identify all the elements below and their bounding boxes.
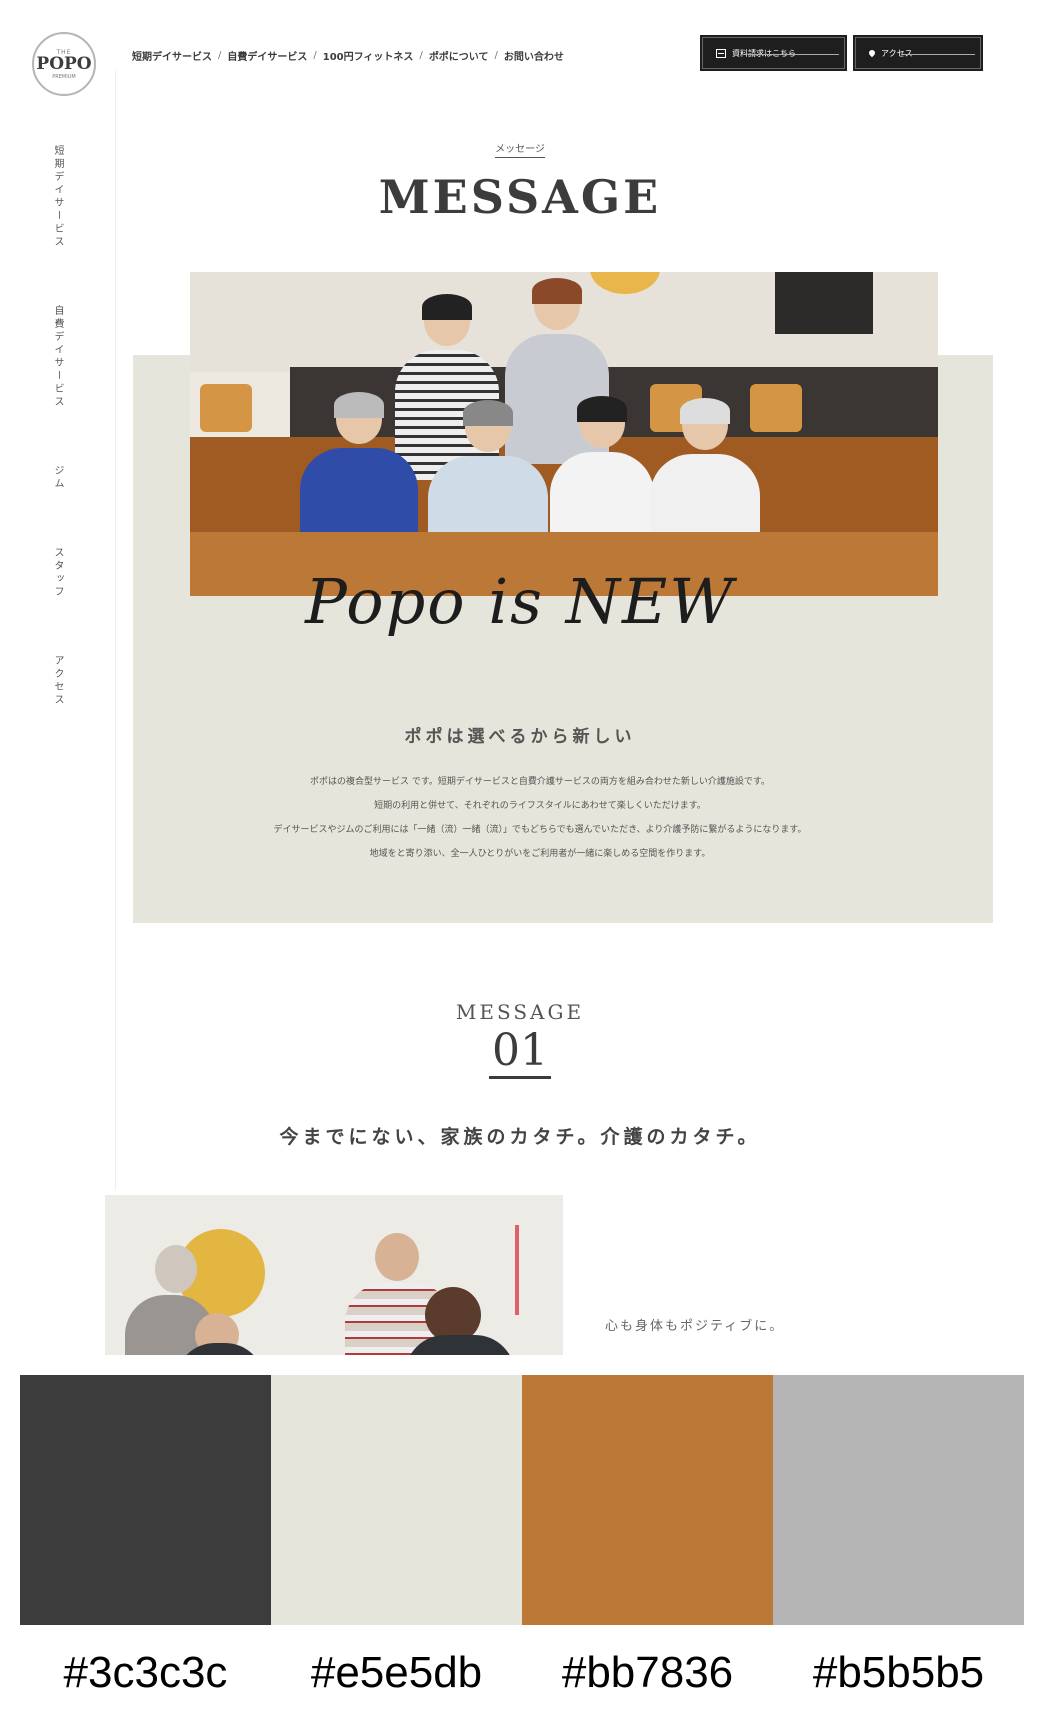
nav-link-about[interactable]: ポポについて bbox=[429, 48, 489, 63]
pink-accent-line bbox=[515, 1225, 519, 1315]
color-palette bbox=[20, 1375, 1024, 1625]
hero-body-line: ポポはの複合型サービス です。短期デイサービスと自費介護サービスの両方を組み合わ… bbox=[309, 777, 771, 787]
nav-link-fitness[interactable]: 100円フィットネス bbox=[323, 48, 414, 63]
logo-sub-text: PREMIUM bbox=[52, 73, 76, 80]
nav-link-short-day-service[interactable]: 短期デイサービス bbox=[132, 48, 212, 63]
swatch-beige bbox=[271, 1375, 522, 1625]
sidebar-item-private-day[interactable]: 自費デイサービス bbox=[50, 305, 65, 409]
nav-link-contact[interactable]: お問い合わせ bbox=[504, 48, 564, 63]
message-number: 01 bbox=[20, 1025, 1020, 1079]
page-title: MESSAGE bbox=[378, 170, 662, 224]
swatch-gray bbox=[773, 1375, 1024, 1625]
hero-heading: ポポは選べるから新しい bbox=[404, 727, 636, 747]
request-document-button[interactable]: 資料請求はこちら bbox=[700, 35, 847, 71]
palette-labels: #3c3c3c #e5e5db #bb7836 #b5b5b5 bbox=[20, 1648, 1024, 1698]
nav-separator: / bbox=[218, 50, 222, 61]
hero-body-line: 地域をと寄り添い、全一人ひとりがいをご利用者が一緒に楽しめる空間を作ります。 bbox=[369, 849, 711, 859]
message-caption: 心も身体もポジティブに。 bbox=[605, 1319, 785, 1334]
section-kicker: メッセージ bbox=[20, 140, 1020, 158]
hero-group-photo bbox=[190, 272, 938, 596]
script-tagline: Popo is NEW bbox=[305, 565, 735, 638]
hex-label: #3c3c3c bbox=[63, 1648, 228, 1697]
request-document-label: 資料請求はこちら bbox=[732, 48, 796, 58]
top-navigation: 短期デイサービス / 自費デイサービス / 100円フィットネス / ポポについ… bbox=[132, 48, 564, 63]
document-icon bbox=[716, 48, 726, 58]
nav-separator: / bbox=[494, 50, 498, 61]
hex-label: #bb7836 bbox=[561, 1648, 734, 1697]
button-underline bbox=[901, 54, 975, 55]
hex-label: #e5e5db bbox=[310, 1648, 483, 1697]
sidebar-item-access[interactable]: アクセス bbox=[50, 655, 65, 707]
swatch-orange bbox=[522, 1375, 773, 1625]
hex-label: #b5b5b5 bbox=[812, 1648, 985, 1697]
message-section-label: MESSAGE bbox=[455, 1000, 585, 1024]
map-pin-icon bbox=[867, 48, 877, 58]
logo-main-text: POPO bbox=[36, 53, 92, 74]
monitor bbox=[775, 272, 873, 334]
site-logo[interactable]: THE POPO PREMIUM bbox=[32, 32, 96, 96]
swatch-dark bbox=[20, 1375, 271, 1625]
access-label: アクセス bbox=[881, 48, 913, 58]
webpage-screenshot: THE POPO PREMIUM 短期デイサービス / 自費デイサービス / 1… bbox=[20, 10, 1020, 1355]
hero-body-line: 短期の利用と併せて、それぞれのライフスタイルにあわせて楽しくいただけます。 bbox=[374, 801, 706, 811]
message-photo bbox=[105, 1195, 563, 1355]
nav-separator: / bbox=[313, 50, 317, 61]
message-headline: 今までにない、家族のカタチ。介護のカタチ。 bbox=[279, 1126, 761, 1148]
access-button[interactable]: アクセス bbox=[853, 35, 983, 71]
button-underline bbox=[748, 54, 839, 55]
nav-link-private-day-service[interactable]: 自費デイサービス bbox=[227, 48, 307, 63]
hero-body-text: ポポはの複合型サービス です。短期デイサービスと自費介護サービスの両方を組み合わ… bbox=[220, 770, 860, 866]
hero-body-line: デイサービスやジムのご利用には「一緒（流）一緒（流）」でもどちらでも選んでいただ… bbox=[273, 825, 807, 835]
sidebar-item-gym[interactable]: ジム bbox=[50, 465, 65, 491]
nav-separator: / bbox=[419, 50, 423, 61]
